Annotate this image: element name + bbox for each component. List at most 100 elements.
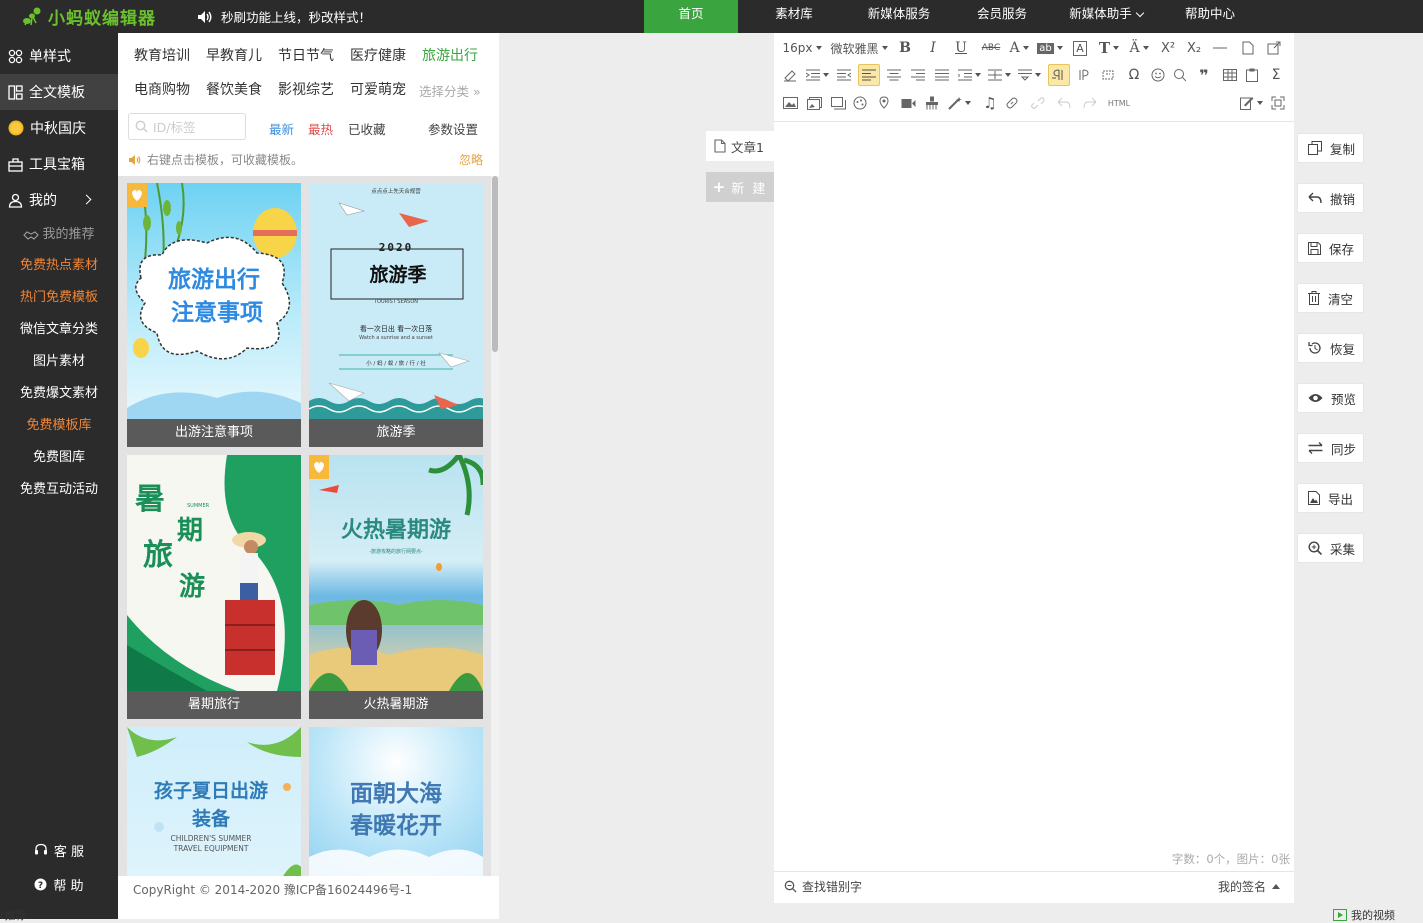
filter-newest[interactable]: 最新	[269, 119, 294, 138]
template-card[interactable]: 点点点上先天合规营 2020 旅游季 TOURIST SEASON 看一次日出 …	[309, 183, 483, 447]
sidebar-item-mine[interactable]: 我的	[0, 182, 118, 218]
text-style-icon[interactable]: T	[1096, 35, 1122, 61]
align-right-icon[interactable]	[908, 62, 928, 88]
ltr-direction-icon[interactable]	[1048, 64, 1070, 86]
category-entertainment[interactable]: 影视综艺	[278, 79, 334, 99]
font-family-select[interactable]: 微软雅黑	[828, 35, 890, 61]
outdent-icon[interactable]	[834, 62, 854, 88]
template-card[interactable]: 面朝大海 春暖花开	[309, 727, 483, 876]
align-left-icon[interactable]	[858, 64, 880, 86]
filter-favorites[interactable]: 已收藏	[348, 119, 386, 138]
subscript-icon[interactable]: X₂	[1184, 35, 1204, 61]
sidebar-link-free-hot[interactable]: 免费热点素材	[0, 252, 118, 280]
sidebar-item-full-template[interactable]: 全文模板	[0, 74, 118, 110]
category-ecommerce[interactable]: 电商购物	[134, 79, 190, 99]
formula-icon[interactable]: Σ	[1266, 62, 1286, 88]
sidebar-item-single-style[interactable]: 单样式	[0, 38, 118, 74]
edit-signature-icon[interactable]	[1238, 90, 1264, 116]
letter-spacing-icon[interactable]: Ä	[1126, 35, 1152, 61]
category-festivals[interactable]: 节日节气	[278, 45, 334, 65]
new-doc-button[interactable]: + 新 建	[706, 172, 774, 202]
paragraph-spacing-icon[interactable]	[1016, 62, 1042, 88]
category-education[interactable]: 教育培训	[134, 45, 190, 65]
clear-format-icon[interactable]	[1098, 62, 1118, 88]
sidebar-link-free-gallery[interactable]: 免费图库	[0, 444, 118, 472]
music-icon[interactable]: ♫	[980, 90, 1000, 116]
sidebar-link-image-materials[interactable]: 图片素材	[0, 348, 118, 376]
filter-hottest[interactable]: 最热	[308, 119, 333, 138]
redo-icon[interactable]	[1080, 90, 1100, 116]
template-card[interactable]: 暑 期 旅 游 SUMMER 暑期旅行	[127, 455, 301, 719]
underline-icon[interactable]: U	[950, 35, 972, 61]
export-doc-icon[interactable]	[1264, 35, 1284, 61]
sidebar-link-hot-templates[interactable]: 热门免费模板	[0, 284, 118, 312]
logo[interactable]: 小蚂蚁编辑器	[22, 3, 156, 29]
undo-button[interactable]: 撤销	[1297, 183, 1364, 213]
signature-button[interactable]: 我的签名	[1218, 878, 1280, 895]
gallery-icon[interactable]	[850, 90, 870, 116]
text-border-icon[interactable]: A	[1070, 35, 1090, 61]
font-size-select[interactable]: 16px	[782, 35, 822, 61]
rtl-direction-icon[interactable]	[1074, 62, 1094, 88]
collect-button[interactable]: 采集	[1297, 533, 1364, 563]
justify-icon[interactable]	[932, 62, 952, 88]
choose-category-link[interactable]: 选择分类 »	[419, 81, 481, 100]
align-center-icon[interactable]	[884, 62, 904, 88]
omega-icon[interactable]: Ω	[1124, 62, 1144, 88]
unlink-icon[interactable]	[1028, 90, 1048, 116]
superscript-icon[interactable]: X²	[1158, 35, 1178, 61]
my-videos-link[interactable]: 我的视频	[1333, 907, 1395, 923]
undo-icon[interactable]	[1054, 90, 1074, 116]
template-card[interactable]: 旅游出行 注意事项 出游注意事项	[127, 183, 301, 447]
brush-icon[interactable]	[922, 90, 942, 116]
template-card[interactable]: 火热暑期游 -旅游攻略的旅行网要点- 火热暑期游	[309, 455, 483, 719]
find-replace-icon[interactable]	[1170, 62, 1190, 88]
search-input[interactable]: ID/标签	[128, 113, 246, 140]
map-icon[interactable]	[874, 90, 894, 116]
nav-home[interactable]: 首页	[644, 0, 738, 33]
doc-tab[interactable]: 文章1	[706, 131, 774, 161]
sidebar-help[interactable]: ? 帮 助	[0, 870, 118, 898]
nav-help-center[interactable]: 帮助中心	[1174, 0, 1246, 33]
ignore-tip-button[interactable]: 忽略	[459, 151, 483, 168]
image-icon[interactable]	[780, 90, 800, 116]
sidebar-link-viral-materials[interactable]: 免费爆文素材	[0, 380, 118, 408]
page-icon[interactable]	[1238, 35, 1258, 61]
nav-materials[interactable]: 素材库	[750, 0, 838, 33]
paste-icon[interactable]	[1242, 62, 1262, 88]
multi-image-icon[interactable]	[804, 90, 824, 116]
export-button[interactable]: 导出	[1297, 483, 1364, 513]
html-source-button[interactable]: HTML	[1106, 90, 1132, 116]
save-button[interactable]: 保存	[1297, 233, 1364, 263]
category-travel[interactable]: 旅游出行	[422, 45, 478, 65]
nav-media-service[interactable]: 新媒体服务	[852, 0, 946, 33]
background-color-icon[interactable]: ab	[1036, 35, 1064, 61]
magic-wand-icon[interactable]	[946, 90, 972, 116]
sidebar-customer-service[interactable]: 客 服	[0, 836, 118, 864]
clear-button[interactable]: 清空	[1297, 283, 1364, 313]
gallery-scrollbar[interactable]	[491, 176, 499, 876]
line-height-icon[interactable]	[986, 62, 1012, 88]
settings-link[interactable]: 参数设置	[428, 119, 478, 138]
restore-button[interactable]: 恢复	[1297, 333, 1364, 363]
preview-button[interactable]: 预览	[1297, 383, 1364, 413]
slides-icon[interactable]	[828, 90, 848, 116]
indent-icon[interactable]	[804, 62, 830, 88]
text-indent-icon[interactable]	[956, 62, 982, 88]
font-color-icon[interactable]: A	[1006, 35, 1032, 61]
sidebar-link-template-library[interactable]: 免费模板库	[0, 412, 118, 440]
sidebar-link-wechat-categories[interactable]: 微信文章分类	[0, 316, 118, 344]
sidebar-item-toolbox[interactable]: 工具宝箱	[0, 146, 118, 182]
find-typo-button[interactable]: 查找错别字	[784, 878, 862, 895]
quote-icon[interactable]: ❞	[1194, 62, 1214, 88]
strikethrough-icon[interactable]: ABC	[978, 35, 1004, 61]
horizontal-line-icon[interactable]	[1210, 35, 1230, 61]
sidebar-link-interactive-events[interactable]: 免费互动活动	[0, 476, 118, 504]
copy-button[interactable]: 复制	[1297, 133, 1364, 163]
sync-button[interactable]: 同步	[1297, 433, 1364, 463]
bottom-left-text[interactable]: r推荐	[0, 907, 27, 923]
editor-content-area[interactable]	[774, 121, 1294, 871]
nav-membership[interactable]: 会员服务	[962, 0, 1042, 33]
video-icon[interactable]	[898, 90, 918, 116]
category-health[interactable]: 医疗健康	[350, 45, 406, 65]
